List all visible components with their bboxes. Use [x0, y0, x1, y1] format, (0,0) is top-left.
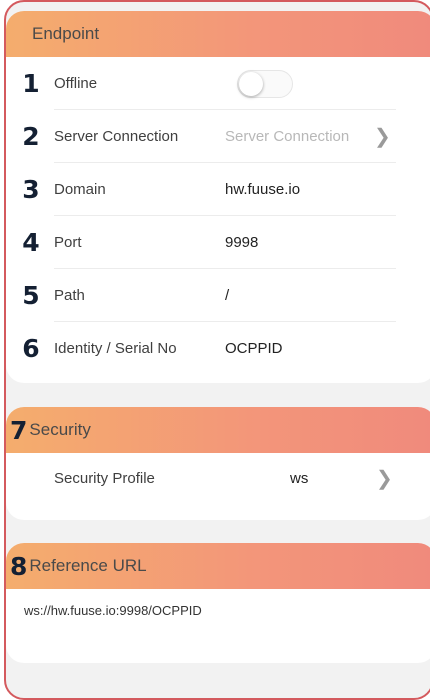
security-profile-row[interactable]: Security Profile ws ❯	[6, 453, 430, 508]
identity-row: 6 Identity / Serial No OCPPID	[6, 322, 430, 375]
path-row: 5 Path /	[6, 269, 430, 322]
annotation-number: 6	[22, 334, 40, 363]
reference-url-title: Reference URL	[29, 556, 147, 575]
offline-toggle[interactable]	[237, 70, 293, 98]
annotation-number: 5	[22, 281, 40, 310]
reference-url-card: 8 Reference URL ws://hw.fuuse.io:9998/OC…	[6, 543, 430, 663]
path-label: Path	[54, 287, 85, 304]
chevron-right-icon[interactable]: ❯	[376, 466, 393, 491]
chevron-right-icon[interactable]: ❯	[374, 124, 391, 149]
server-connection-row[interactable]: 2 Server Connection Server Connection ❯	[6, 110, 430, 163]
server-connection-label: Server Connection	[54, 128, 179, 145]
endpoint-header: Endpoint	[6, 11, 430, 57]
port-label: Port	[54, 234, 82, 251]
annotation-number: 8	[10, 551, 28, 581]
domain-label: Domain	[54, 181, 106, 198]
annotation-number: 7	[10, 415, 28, 445]
security-profile-label: Security Profile	[54, 470, 155, 487]
annotation-number: 1	[22, 69, 40, 98]
port-row: 4 Port 9998	[6, 216, 430, 269]
endpoint-title: Endpoint	[32, 24, 100, 43]
domain-row: 3 Domain hw.fuuse.io	[6, 163, 430, 216]
security-profile-value[interactable]: ws	[290, 470, 308, 487]
annotation-number: 2	[22, 122, 40, 151]
identity-field[interactable]: OCPPID	[225, 340, 283, 357]
security-title: Security	[29, 420, 91, 439]
toggle-knob	[239, 72, 263, 96]
offline-label: Offline	[54, 75, 98, 92]
endpoint-card: Endpoint 1 Offline 2 Server Connection S…	[6, 11, 430, 383]
offline-row: 1 Offline	[6, 57, 430, 110]
reference-url-text: ws://hw.fuuse.io:9998/OCPPID	[24, 603, 202, 618]
annotation-number: 4	[22, 228, 40, 257]
port-field[interactable]: 9998	[225, 234, 258, 251]
domain-field[interactable]: hw.fuuse.io	[225, 181, 300, 198]
path-field[interactable]: /	[225, 287, 229, 304]
security-header: 7 Security	[6, 407, 430, 453]
identity-label: Identity / Serial No	[54, 340, 177, 357]
security-card: 7 Security Security Profile ws ❯	[6, 407, 430, 520]
annotation-number: 3	[22, 175, 40, 204]
reference-url-header: 8 Reference URL	[6, 543, 430, 589]
server-connection-value[interactable]: Server Connection	[225, 128, 349, 145]
